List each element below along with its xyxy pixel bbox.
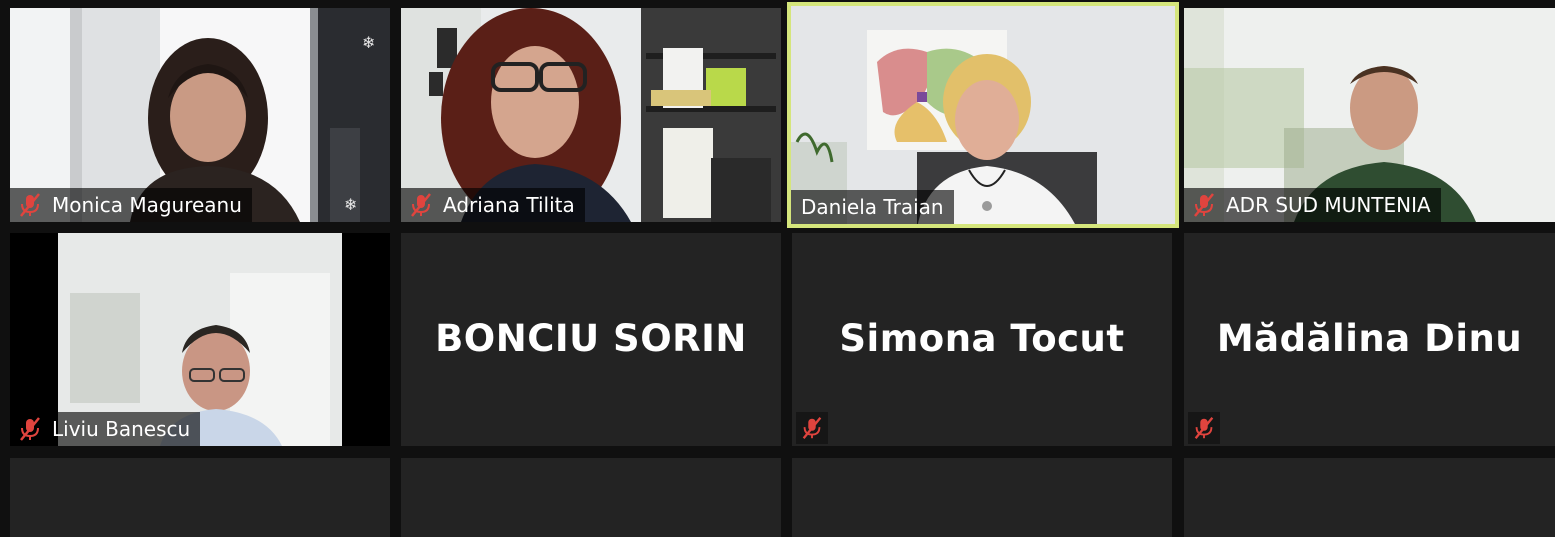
participant-name: ADR SUD MUNTENIA [1226, 193, 1431, 217]
participant-tile-partial[interactable] [792, 458, 1172, 537]
name-plate: Liviu Banescu [10, 412, 201, 446]
participant-tile-simona-tocut[interactable]: Simona Tocut [792, 233, 1172, 446]
name-plate: Monica Magureanu [10, 188, 252, 222]
participant-name-large: Mădălina Dinu [1216, 317, 1523, 360]
mic-muted-icon [1194, 193, 1214, 217]
name-plate: ADR SUD MUNTENIA [1184, 188, 1441, 222]
participant-tile-partial[interactable] [1184, 458, 1555, 537]
svg-text:❄: ❄ [362, 33, 375, 52]
mic-muted-icon [1194, 417, 1214, 439]
participant-name: Monica Magureanu [52, 193, 242, 217]
svg-text:❄: ❄ [344, 195, 357, 214]
name-plate: Adriana Tilita [401, 188, 585, 222]
participant-name: Adriana Tilita [443, 193, 575, 217]
participant-tile-bonciu-sorin[interactable]: BONCIU SORIN [401, 233, 781, 446]
participant-tile-madalina-dinu[interactable]: Mădălina Dinu [1184, 233, 1555, 446]
participant-tile-adr-sud-muntenia[interactable]: ADR SUD MUNTENIA [1184, 8, 1555, 222]
mic-muted-icon [20, 193, 40, 217]
participant-tile-monica-magureanu[interactable]: ❄ ❄ Monica Magureanu [10, 8, 390, 222]
participant-tile-daniela-traian[interactable]: Daniela Traian [787, 2, 1179, 228]
mic-muted-icon [411, 193, 431, 217]
mic-muted-icon [20, 417, 40, 441]
name-plate: Daniela Traian [791, 190, 954, 224]
participant-name: Liviu Banescu [52, 417, 191, 441]
participant-tile-adriana-tilita[interactable]: Adriana Tilita [401, 8, 781, 222]
mic-status [796, 412, 828, 444]
mic-muted-icon [802, 417, 822, 439]
participant-name-large: Simona Tocut [839, 317, 1125, 360]
participant-name: Daniela Traian [801, 195, 944, 219]
video-gallery: ❄ ❄ Monica Magureanu Adriana Tilita Dani… [0, 0, 1555, 537]
participant-tile-liviu-banescu[interactable]: Liviu Banescu [10, 233, 390, 446]
mic-status [1188, 412, 1220, 444]
participant-tile-partial[interactable] [10, 458, 390, 537]
participant-tile-partial[interactable] [401, 458, 781, 537]
participant-name-large: BONCIU SORIN [435, 317, 747, 360]
